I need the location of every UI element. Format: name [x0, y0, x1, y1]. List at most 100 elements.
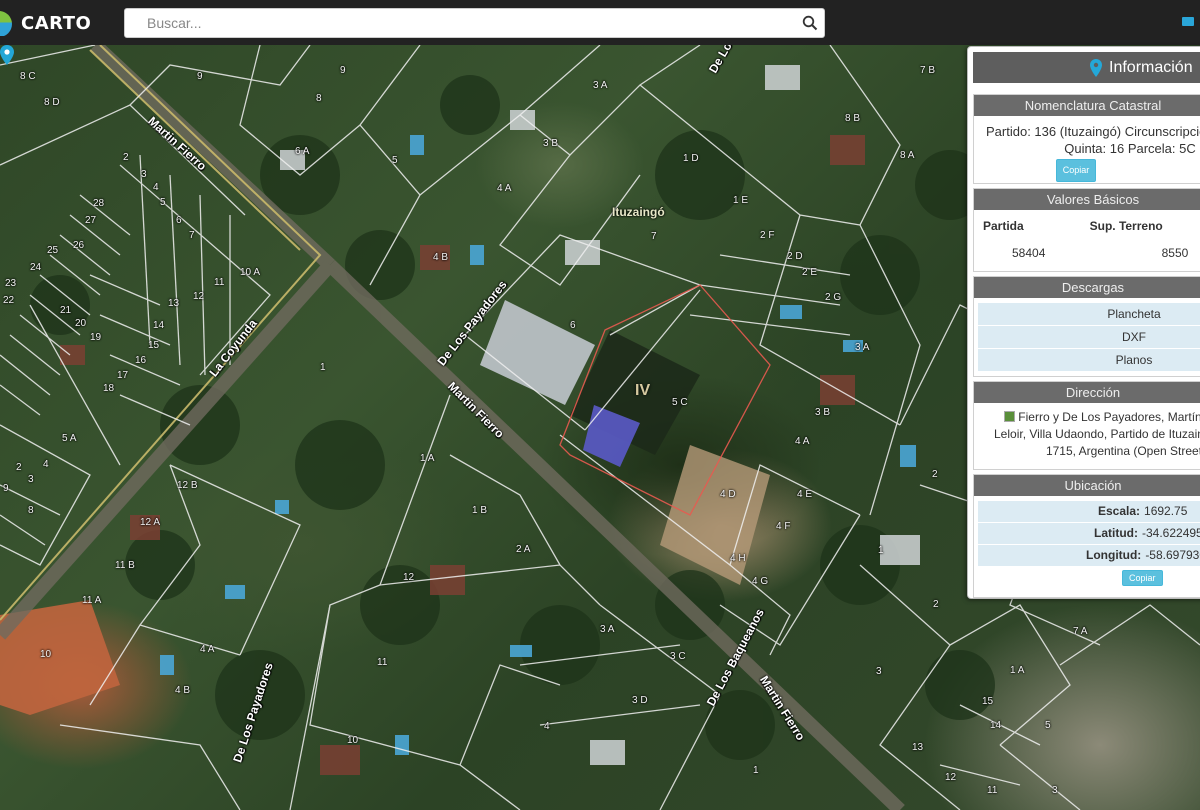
location-pin-icon	[1090, 58, 1102, 77]
lot-label: 2 F	[760, 230, 775, 241]
mail-icon[interactable]	[1182, 17, 1194, 26]
top-bar: CARTO	[0, 0, 1200, 45]
lot-label: 2	[932, 469, 938, 480]
lot-label: 5	[160, 197, 166, 208]
lot-label: 15	[982, 696, 994, 707]
map-marker-icon[interactable]	[0, 45, 14, 65]
lot-label: 10	[347, 735, 359, 746]
lot-label: 6	[570, 320, 576, 331]
lot-label: 2	[933, 599, 939, 610]
lot-label: 9	[3, 483, 9, 494]
lot-label: 2 E	[802, 267, 818, 278]
longitud-row: Longitud: -58.697930	[978, 545, 1200, 566]
lot-label: 7 A	[1073, 626, 1088, 637]
lot-label: 14	[990, 720, 1002, 731]
valores-section: Valores Básicos Partida Sup. Terreno 584…	[973, 188, 1200, 272]
lot-label: 22	[3, 295, 15, 306]
address-line2: Leloir, Villa Udaondo, Partido de Ituzai…	[994, 427, 1200, 441]
download-planos[interactable]: Planos	[978, 349, 1200, 371]
lot-label: 3 A	[600, 624, 615, 635]
lot-label: 6 A	[295, 146, 310, 157]
lot-label: 2 A	[516, 544, 531, 555]
direccion-section: Dirección Fierro y De Los Payadores, Mar…	[973, 381, 1200, 470]
lot-label: 26	[73, 240, 85, 251]
latitud-value: -34.622495	[1142, 526, 1200, 540]
download-dxf[interactable]: DXF	[978, 326, 1200, 348]
lot-label: 15	[148, 340, 160, 351]
partida-value: 58404	[1012, 246, 1046, 260]
lot-label: 3	[1052, 785, 1058, 796]
sup-terreno-value: 8550	[1161, 246, 1189, 260]
lot-label: 1 B	[472, 505, 488, 516]
longitud-value: -58.697930	[1145, 548, 1200, 562]
search-input[interactable]	[147, 15, 787, 31]
lot-label: 16	[135, 355, 147, 366]
search-icon[interactable]	[802, 15, 818, 31]
lot-label: 27	[85, 215, 97, 226]
lot-label: 20	[75, 318, 87, 329]
lot-label: 1	[878, 545, 884, 556]
lot-label: 3 A	[855, 342, 870, 353]
lot-label: 19	[90, 332, 102, 343]
lot-label: 9	[197, 71, 203, 82]
lot-label: 3 B	[543, 138, 559, 149]
lot-label: 1 E	[733, 195, 749, 206]
lot-label: 12	[403, 572, 415, 583]
copy-nomenclatura-button[interactable]: Copiar	[1055, 159, 1097, 182]
lot-label: 3	[141, 169, 147, 180]
address-line1: Fierro y De Los Payadores, Martín	[1018, 410, 1200, 424]
lot-label: 4 H	[730, 553, 746, 564]
escala-row: Escala: 1692.75	[978, 501, 1200, 522]
lot-label: 21	[60, 305, 72, 316]
valores-table: Partida Sup. Terreno 58404 8550	[974, 210, 1200, 264]
lot-label: 11	[987, 785, 998, 796]
lot-label: 12	[193, 291, 205, 302]
lot-label: 9	[340, 65, 346, 76]
escala-label: Escala:	[1098, 504, 1141, 518]
lot-label: 1	[320, 362, 326, 373]
info-panel: Información Nomenclatura Catastral Parti…	[967, 46, 1200, 599]
lot-label: 4	[43, 459, 49, 470]
lot-label: 12 B	[177, 480, 198, 491]
lot-label: 4 B	[175, 685, 191, 696]
lot-label: 4	[544, 721, 550, 732]
lot-label: 8	[28, 505, 34, 516]
lot-label: 5	[1045, 720, 1051, 731]
logo-text: CARTO	[21, 12, 92, 34]
panel-title-text: Información	[1109, 58, 1193, 76]
lot-label: 7	[651, 231, 657, 242]
lot-label: 24	[30, 262, 42, 273]
lot-label: 12 A	[140, 517, 161, 528]
lot-label: 3	[28, 474, 34, 485]
lot-label: 8	[316, 93, 322, 104]
lot-label: 18	[103, 383, 115, 394]
lot-label: 11	[214, 277, 225, 288]
carto-logo-icon	[0, 10, 16, 36]
download-plancheta[interactable]: Plancheta	[978, 303, 1200, 325]
latitud-row: Latitud: -34.622495	[978, 523, 1200, 544]
lot-label: 3	[876, 666, 882, 677]
lot-label: 4 E	[797, 489, 813, 500]
lot-label: 4 A	[200, 644, 215, 655]
descargas-heading: Descargas	[974, 277, 1200, 298]
circunscripcion-label: IV	[635, 382, 651, 399]
carto-logo[interactable]: CARTO	[0, 9, 91, 37]
map-image-icon	[1004, 411, 1016, 422]
lot-label: 3 A	[593, 80, 608, 91]
nomenclatura-section: Nomenclatura Catastral Partido: 136 (Itu…	[973, 94, 1200, 184]
ubicacion-section: Ubicación Escala: 1692.75 Latitud: -34.622…	[973, 474, 1200, 598]
lot-label: 23	[5, 278, 17, 289]
lot-label: 13	[912, 742, 924, 753]
lot-label: 4 B	[433, 252, 449, 263]
lot-label: 1 A	[1010, 665, 1025, 676]
copy-coordinates-button[interactable]: Copiar	[1122, 570, 1163, 586]
nomenclatura-heading: Nomenclatura Catastral	[974, 95, 1200, 116]
latitud-label: Latitud:	[1094, 526, 1138, 540]
lot-label: 13	[168, 298, 180, 309]
locality-label: Ituzaingó	[612, 205, 665, 219]
lot-label: 5 A	[62, 433, 77, 444]
lot-label: 4 G	[752, 576, 769, 587]
lot-label: 4	[153, 182, 159, 193]
lot-label: 3 C	[670, 651, 686, 662]
lot-label: 10	[40, 649, 52, 660]
